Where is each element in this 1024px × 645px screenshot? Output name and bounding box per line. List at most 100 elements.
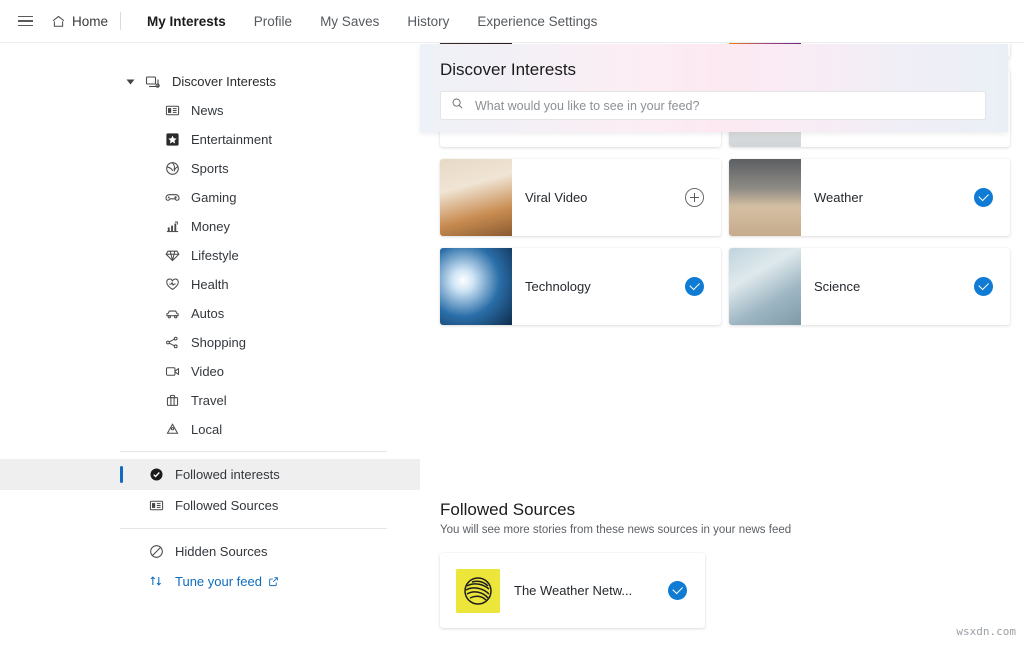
sidebar-item-hidden-sources[interactable]: Hidden Sources bbox=[0, 536, 420, 567]
tag-icon bbox=[163, 334, 181, 352]
sidebar-item-video[interactable]: Video bbox=[0, 357, 420, 386]
interest-card-weather[interactable]: Weather bbox=[729, 159, 1010, 236]
diamond-icon bbox=[163, 247, 181, 265]
source-action-followed[interactable] bbox=[668, 581, 687, 600]
sidebar-item-label: Sports bbox=[191, 161, 229, 176]
tab-my-interests[interactable]: My Interests bbox=[133, 14, 240, 29]
interest-card-viral-video[interactable]: Viral Video bbox=[440, 159, 721, 236]
interest-thumbnail bbox=[440, 159, 512, 236]
sidebar-item-label: Travel bbox=[191, 393, 227, 408]
sidebar-divider-bottom bbox=[120, 528, 387, 529]
tab-my-saves[interactable]: My Saves bbox=[306, 14, 393, 29]
block-icon bbox=[147, 543, 165, 561]
source-card-the-weather-network[interactable]: The Weather Netw... bbox=[440, 553, 705, 628]
home-label: Home bbox=[72, 13, 109, 29]
news-icon bbox=[163, 102, 181, 120]
interest-thumbnail bbox=[440, 248, 512, 325]
video-icon bbox=[163, 363, 181, 381]
star-icon bbox=[163, 131, 181, 149]
sidebar-item-entertainment[interactable]: Entertainment bbox=[0, 125, 420, 154]
sidebar-divider-top bbox=[120, 451, 387, 452]
sidebar-item-label: Gaming bbox=[191, 190, 237, 205]
sidebar-item-label: Lifestyle bbox=[191, 248, 239, 263]
discover-interests-panel: Discover Interests bbox=[420, 44, 1008, 132]
sidebar-item-label: News bbox=[191, 103, 224, 118]
check-icon[interactable] bbox=[974, 277, 993, 296]
sidebar-item-label: Local bbox=[191, 422, 223, 437]
discover-interests-icon bbox=[144, 73, 162, 91]
car-icon bbox=[163, 305, 181, 323]
newspaper-icon bbox=[147, 497, 165, 515]
interest-name: Weather bbox=[814, 190, 863, 205]
sidebar-group-label: Discover Interests bbox=[172, 74, 277, 89]
main-content: Crime Top Video Viral Video bbox=[420, 43, 1024, 645]
sidebar-item-label: Followed Sources bbox=[175, 498, 279, 513]
sidebar-item-news[interactable]: News bbox=[0, 96, 420, 125]
sidebar-item-travel[interactable]: Travel bbox=[0, 386, 420, 415]
interest-name: Viral Video bbox=[525, 190, 588, 205]
nav-tabs: My Interests Profile My Saves History Ex… bbox=[133, 14, 611, 29]
home-link[interactable]: Home bbox=[51, 14, 108, 29]
search-icon bbox=[451, 97, 464, 115]
location-icon bbox=[163, 421, 181, 439]
ball-icon bbox=[163, 160, 181, 178]
top-navigation-bar: Home My Interests Profile My Saves Histo… bbox=[0, 0, 1024, 43]
sidebar-item-autos[interactable]: Autos bbox=[0, 299, 420, 328]
sidebar-item-label: Video bbox=[191, 364, 225, 379]
heart-icon bbox=[163, 276, 181, 294]
sidebar-item-label: Entertainment bbox=[191, 132, 272, 147]
nav-divider bbox=[120, 12, 122, 30]
followed-sources-subtitle: You will see more stories from these new… bbox=[440, 524, 792, 536]
external-link-icon bbox=[268, 576, 279, 587]
sidebar-item-label: Followed interests bbox=[175, 467, 280, 482]
interest-name: Science bbox=[814, 279, 861, 294]
tune-your-feed-link[interactable]: Tune your feed bbox=[0, 567, 420, 595]
sort-icon bbox=[147, 572, 165, 590]
check-icon[interactable] bbox=[685, 277, 704, 296]
sidebar-item-label: Health bbox=[191, 277, 229, 292]
interest-action-followed[interactable] bbox=[974, 277, 993, 296]
interest-name: Technology bbox=[525, 279, 591, 294]
suitcase-icon bbox=[163, 392, 181, 410]
interest-thumbnail bbox=[729, 159, 801, 236]
sidebar-item-label: Shopping bbox=[191, 335, 246, 350]
interest-card-science[interactable]: Science bbox=[729, 248, 1010, 325]
sidebar-item-health[interactable]: Health bbox=[0, 270, 420, 299]
discover-title: Discover Interests bbox=[440, 60, 577, 79]
gamepad-icon bbox=[163, 189, 181, 207]
tune-your-feed-label: Tune your feed bbox=[175, 573, 262, 589]
sidebar-item-label: Money bbox=[191, 219, 231, 234]
search-input[interactable] bbox=[473, 97, 975, 114]
followed-sources-title: Followed Sources bbox=[440, 500, 576, 519]
watermark: wsxdn.com bbox=[956, 625, 1016, 638]
sidebar-item-local[interactable]: Local bbox=[0, 415, 420, 444]
sidebar-item-followed-sources[interactable]: Followed Sources bbox=[0, 490, 420, 521]
sidebar-group-discover-interests[interactable]: Discover Interests bbox=[0, 67, 420, 96]
sidebar-item-lifestyle[interactable]: Lifestyle bbox=[0, 241, 420, 270]
sidebar-item-label: Hidden Sources bbox=[175, 544, 268, 559]
hamburger-menu-icon[interactable] bbox=[10, 6, 40, 36]
sidebar-item-shopping[interactable]: Shopping bbox=[0, 328, 420, 357]
tab-profile[interactable]: Profile bbox=[240, 14, 306, 29]
interest-card-technology[interactable]: Technology bbox=[440, 248, 721, 325]
interest-action-followed[interactable] bbox=[685, 277, 704, 296]
interest-thumbnail bbox=[729, 248, 801, 325]
sidebar-item-money[interactable]: Money bbox=[0, 212, 420, 241]
sidebar-item-sports[interactable]: Sports bbox=[0, 154, 420, 183]
tab-experience-settings[interactable]: Experience Settings bbox=[463, 14, 611, 29]
check-icon[interactable] bbox=[974, 188, 993, 207]
interest-action-followed[interactable] bbox=[974, 188, 993, 207]
source-logo bbox=[456, 568, 500, 613]
check-icon[interactable] bbox=[668, 581, 687, 600]
selected-accent-bar bbox=[120, 466, 123, 483]
tab-history[interactable]: History bbox=[393, 14, 463, 29]
discover-search-box[interactable] bbox=[440, 91, 986, 120]
sidebar-item-followed-interests[interactable]: Followed interests bbox=[0, 459, 420, 490]
check-circle-icon bbox=[147, 466, 165, 484]
interest-action-add[interactable] bbox=[685, 188, 704, 207]
chevron-expand-icon[interactable] bbox=[126, 79, 135, 85]
followed-sources-section: Followed Sources You will see more stori… bbox=[440, 500, 1004, 628]
sidebar-item-label: Autos bbox=[191, 306, 225, 321]
add-icon[interactable] bbox=[685, 188, 704, 207]
sidebar-item-gaming[interactable]: Gaming bbox=[0, 183, 420, 212]
